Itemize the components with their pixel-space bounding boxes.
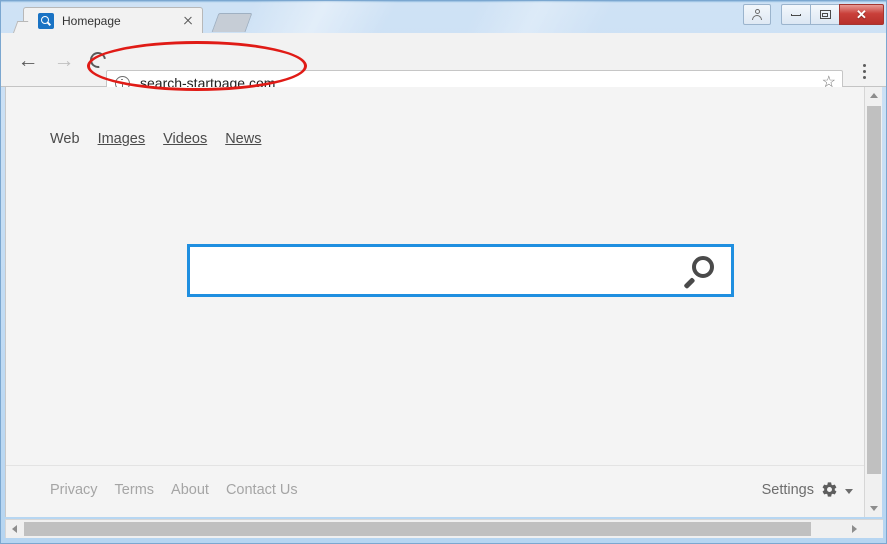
back-button[interactable]: ← <box>15 47 41 73</box>
footer-link-privacy[interactable]: Privacy <box>50 482 98 498</box>
search-box[interactable] <box>187 244 734 297</box>
profile-avatar-button[interactable] <box>743 4 771 25</box>
nav-link-images[interactable]: Images <box>98 131 146 147</box>
arrow-left-icon: ← <box>17 48 39 72</box>
search-input[interactable] <box>204 247 683 294</box>
vertical-scrollbar[interactable] <box>864 87 882 517</box>
triangle-right-icon <box>852 525 857 533</box>
close-icon: ✕ <box>856 7 867 22</box>
triangle-up-icon <box>870 93 878 98</box>
horizontal-scrollbar[interactable] <box>5 519 883 538</box>
browser-window: Homepage ✕ ← → search-startpage.com ☆ We… <box>0 0 887 544</box>
vertical-scrollbar-thumb[interactable] <box>867 106 881 474</box>
maximize-button[interactable] <box>810 4 839 25</box>
triangle-down-icon <box>870 506 878 511</box>
scroll-down-button[interactable] <box>865 500 883 517</box>
settings-button[interactable]: Settings <box>762 481 853 498</box>
search-magnifier-favicon-icon <box>38 13 54 29</box>
new-tab-button[interactable] <box>211 13 253 32</box>
title-bar: Homepage ✕ <box>1 1 886 34</box>
magnifier-icon[interactable] <box>683 253 719 289</box>
triangle-left-icon <box>12 525 17 533</box>
scroll-left-button[interactable] <box>6 520 23 538</box>
page-footer: Privacy Terms About Contact Us Settings <box>6 465 869 517</box>
settings-label: Settings <box>761 481 814 498</box>
gear-icon <box>821 481 838 498</box>
minimize-button[interactable] <box>781 4 810 25</box>
nav-link-web[interactable]: Web <box>50 131 80 147</box>
footer-link-contact-us[interactable]: Contact Us <box>226 482 298 498</box>
browser-tab-homepage[interactable]: Homepage <box>23 7 203 34</box>
page-content: Web Images Videos News Privacy Terms Abo… <box>5 87 869 517</box>
browser-toolbar: ← → search-startpage.com ☆ <box>1 33 886 96</box>
chevron-down-icon[interactable] <box>845 489 853 494</box>
scroll-right-button[interactable] <box>846 520 863 538</box>
footer-link-terms[interactable]: Terms <box>115 482 154 498</box>
person-icon <box>751 8 763 21</box>
close-icon[interactable] <box>180 13 196 29</box>
close-window-button[interactable]: ✕ <box>839 4 884 25</box>
nav-link-news[interactable]: News <box>225 131 261 147</box>
maximize-icon <box>819 10 831 19</box>
search-area <box>187 244 734 297</box>
three-dot-menu-icon[interactable] <box>854 58 874 84</box>
tab-strip: Homepage <box>23 7 203 34</box>
horizontal-scrollbar-thumb[interactable] <box>24 522 811 536</box>
arrow-right-icon: → <box>53 48 75 72</box>
scrollbar-corner <box>864 520 883 538</box>
tab-title: Homepage <box>62 14 121 28</box>
footer-link-about[interactable]: About <box>171 482 209 498</box>
footer-links: Privacy Terms About Contact Us <box>50 482 298 498</box>
scroll-up-button[interactable] <box>865 87 883 104</box>
nav-link-videos[interactable]: Videos <box>163 131 207 147</box>
forward-button[interactable]: → <box>51 47 77 73</box>
site-nav: Web Images Videos News <box>50 131 261 147</box>
reload-icon <box>86 48 110 72</box>
minimize-icon <box>791 13 801 16</box>
window-controls: ✕ <box>743 2 884 25</box>
